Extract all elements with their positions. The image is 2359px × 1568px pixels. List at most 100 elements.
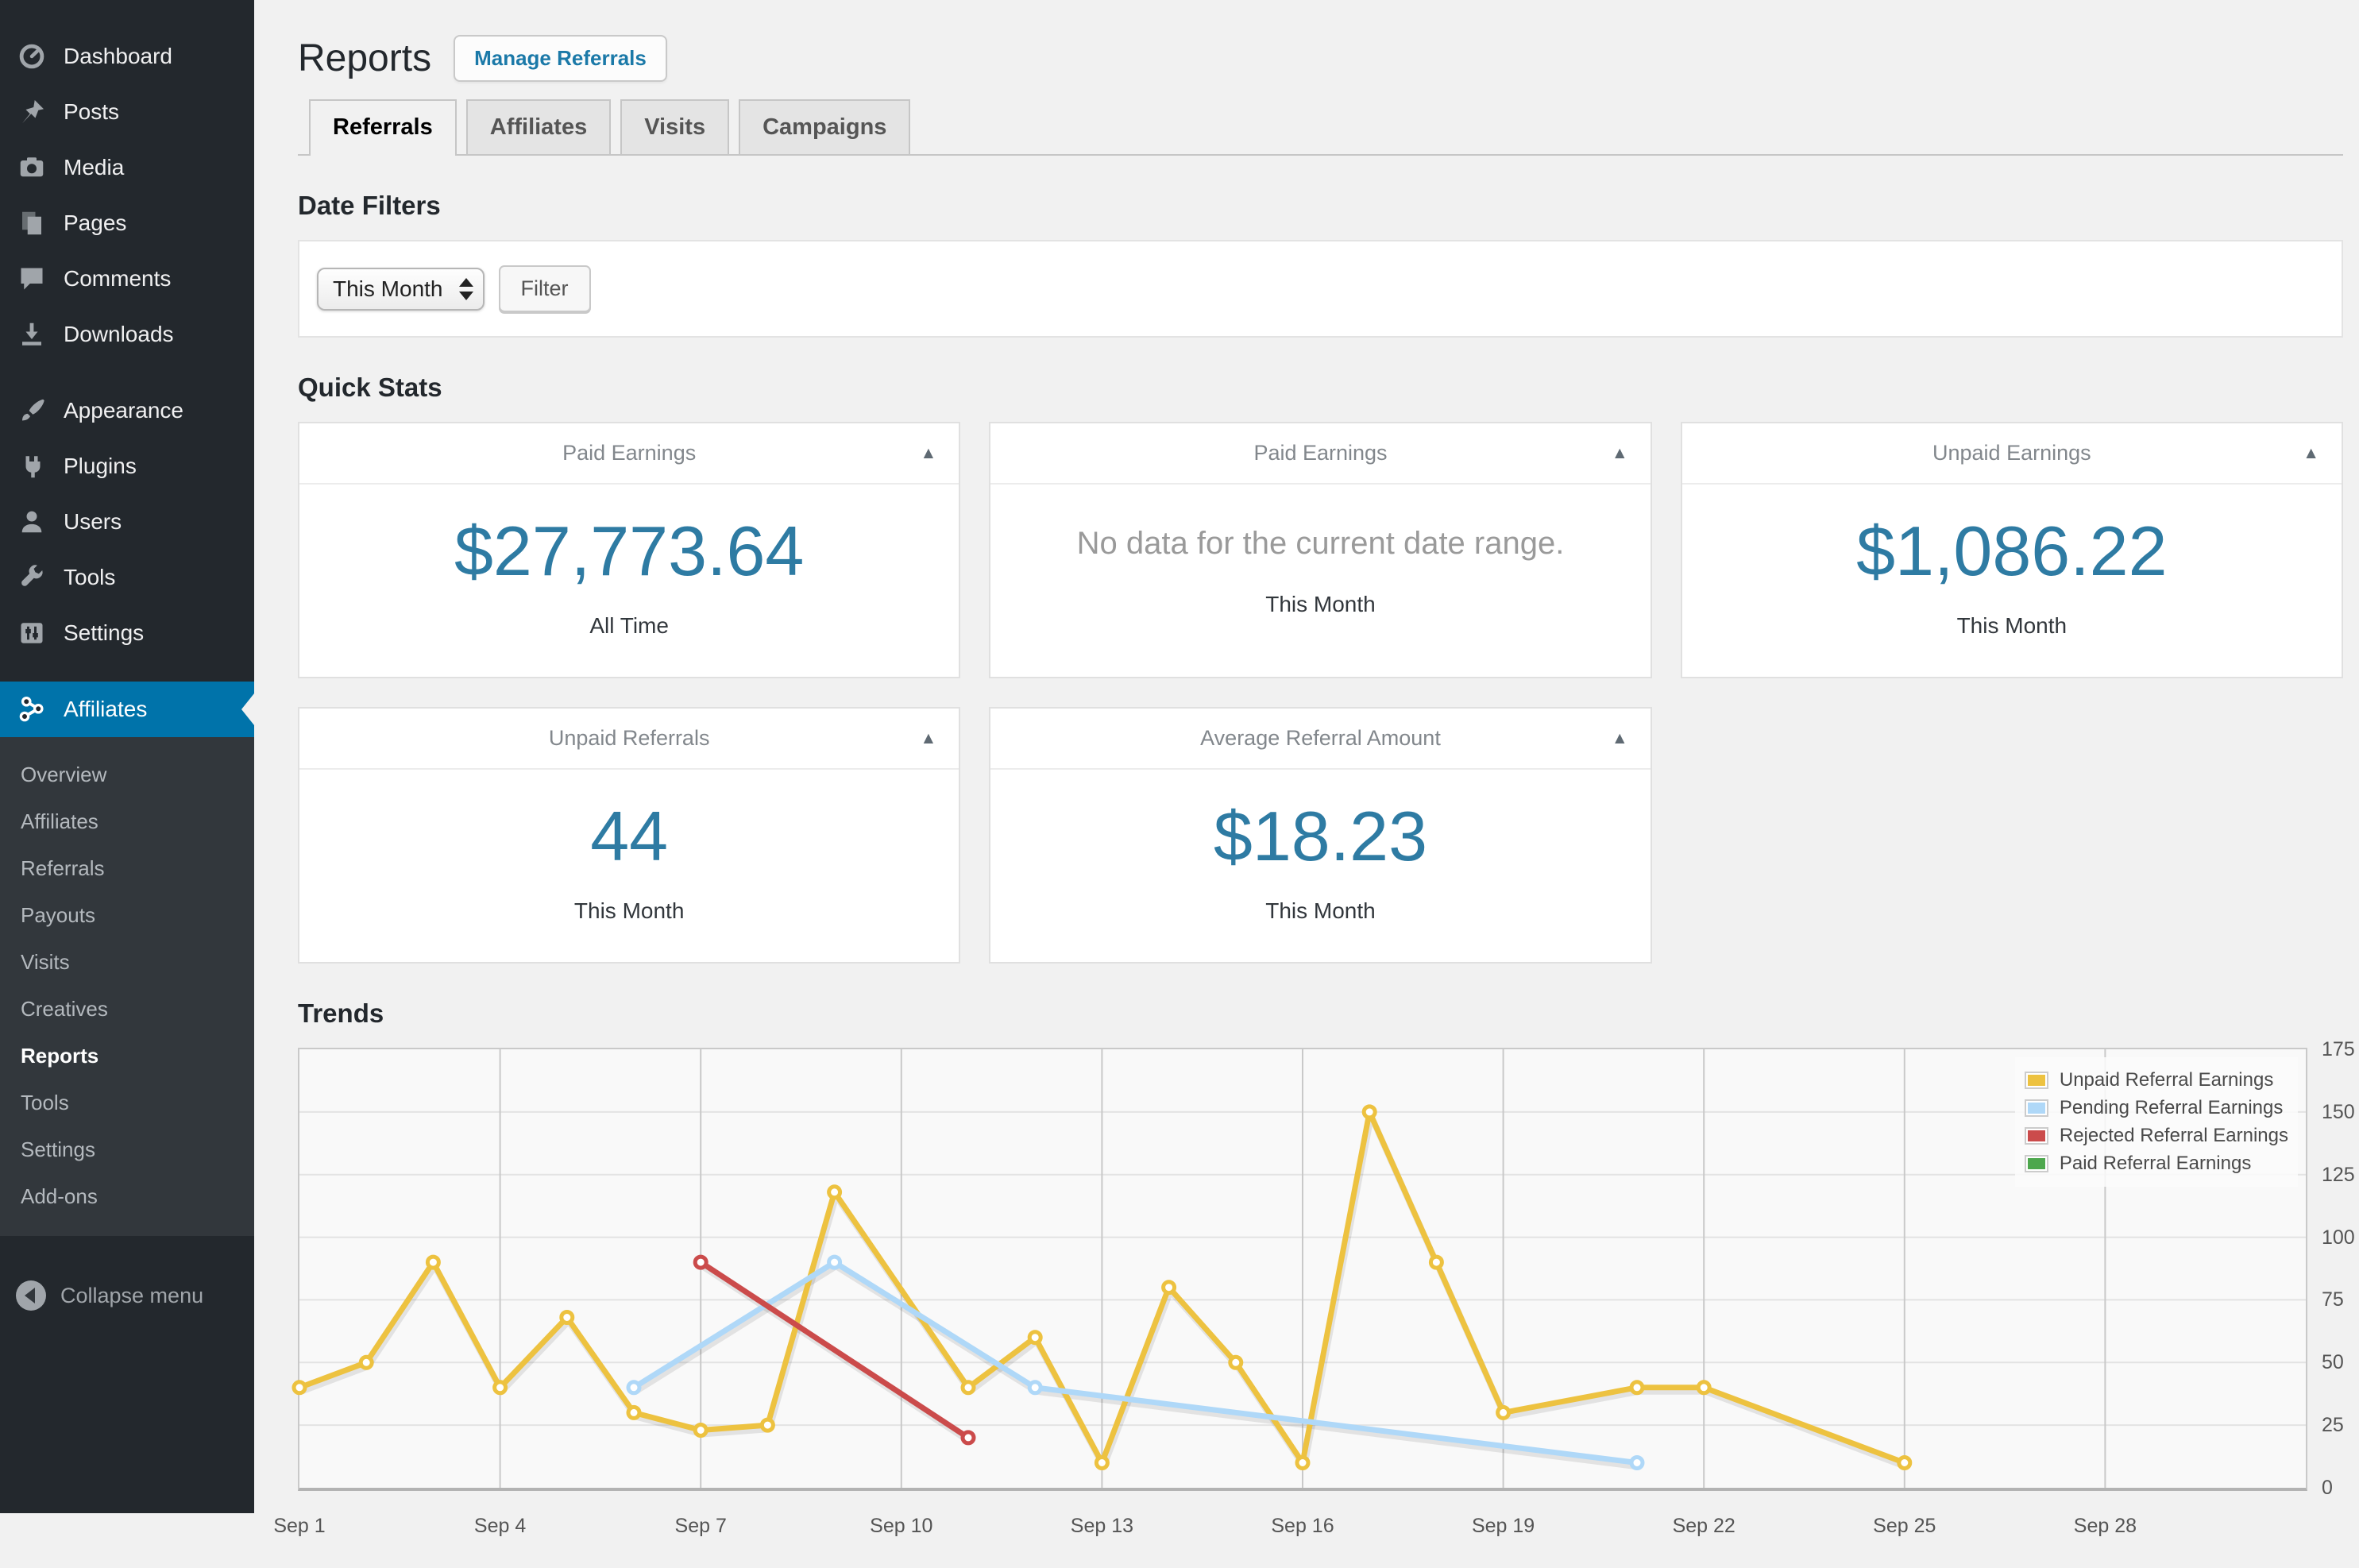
legend-label: Pending Referral Earnings (2059, 1097, 2284, 1118)
submenu-item-visits[interactable]: Visits (0, 939, 254, 986)
submenu-item-affiliates[interactable]: Affiliates (0, 798, 254, 845)
legend-label: Paid Referral Earnings (2059, 1153, 2252, 1174)
date-range-selected-value: This Month (333, 276, 443, 301)
sidebar-item-downloads[interactable]: Downloads (0, 307, 254, 362)
submenu-item-creatives[interactable]: Creatives (0, 986, 254, 1033)
stat-card-title: Paid Earnings ▲ (299, 423, 959, 485)
sidebar-item-appearance[interactable]: Appearance (0, 383, 254, 438)
filter-button[interactable]: Filter (498, 265, 591, 312)
sidebar-item-plugins[interactable]: Plugins (0, 438, 254, 494)
triangle-up-icon[interactable]: ▲ (921, 729, 937, 748)
stat-card-range-label: This Month (1956, 613, 2068, 638)
collapse-menu-label: Collapse menu (60, 1283, 204, 1307)
plugins-icon (14, 449, 49, 484)
stat-card-range-label: This Month (1265, 592, 1376, 616)
stat-card-title: Average Referral Amount ▲ (990, 709, 1651, 770)
sidebar-item-settings[interactable]: Settings (0, 605, 254, 661)
stat-card-body: $18.23 This Month (990, 770, 1650, 962)
media-icon (14, 150, 49, 185)
sidebar-item-label: Settings (64, 620, 145, 645)
legend-item-pending-referral-earnings: Pending Referral Earnings (2024, 1097, 2288, 1119)
up-down-arrows-icon (458, 277, 473, 300)
affiliates-submenu: Overview Affiliates Referrals Payouts Visits… (0, 737, 254, 1236)
sidebar-item-label: Plugins (64, 454, 137, 478)
sidebar-item-pages[interactable]: Pages (0, 195, 254, 251)
sidebar-item-dashboard[interactable]: Dashboard (0, 29, 254, 84)
main-content: Reports Manage Referrals Referrals Affili… (254, 0, 2359, 1537)
submenu-item-settings[interactable]: Settings (0, 1126, 254, 1173)
y-axis-tick-label: 175 (2322, 1038, 2355, 1060)
y-axis-tick-label: 75 (2322, 1288, 2344, 1311)
admin-menu: Dashboard Posts Media Pages Comments Download… (0, 29, 254, 1236)
settings-icon (14, 616, 49, 651)
date-range-select[interactable]: This Month (317, 267, 485, 311)
tab-visits[interactable]: Visits (620, 99, 730, 154)
submenu-item-payouts[interactable]: Payouts (0, 892, 254, 939)
triangle-up-icon[interactable]: ▲ (921, 444, 937, 463)
pages-icon (14, 206, 49, 241)
sidebar-item-affiliates[interactable]: Affiliates (0, 682, 254, 737)
triangle-up-icon[interactable]: ▲ (1612, 444, 1628, 463)
legend-item-rejected-referral-earnings: Rejected Referral Earnings (2024, 1125, 2288, 1147)
stat-card-paid-earnings-1: Paid Earnings ▲ $27,773.64 All Time (298, 422, 961, 678)
stat-card-title: Unpaid Earnings ▲ (1681, 423, 2342, 485)
sidebar-item-media[interactable]: Media (0, 140, 254, 195)
x-axis-tick-label: Sep 13 (1070, 1515, 1134, 1537)
legend-swatch-icon (2024, 1127, 2048, 1145)
affiliates-icon (14, 692, 49, 727)
sidebar-item-posts[interactable]: Posts (0, 84, 254, 140)
submenu-item-overview[interactable]: Overview (0, 751, 254, 798)
triangle-up-icon[interactable]: ▲ (1612, 729, 1628, 748)
posts-icon (14, 95, 49, 129)
sidebar-item-label: Pages (64, 210, 127, 235)
tools-icon (14, 560, 49, 595)
admin-sidebar: Dashboard Posts Media Pages Comments Download… (0, 0, 254, 1513)
stat-card-value: $1,086.22 (1856, 512, 2168, 590)
tab-referrals[interactable]: Referrals (309, 99, 457, 156)
dashboard-icon (14, 39, 49, 74)
sidebar-item-label: Appearance (64, 398, 184, 423)
menu-separator (0, 362, 254, 383)
sidebar-item-label: Posts (64, 99, 120, 124)
sidebar-item-label: Comments (64, 266, 172, 291)
chart-plot-area: Unpaid Referral Earnings Pending Referral… (291, 1048, 2307, 1491)
collapse-menu-button[interactable]: Collapse menu (0, 1280, 254, 1311)
sidebar-item-label: Dashboard (64, 44, 172, 68)
comments-icon (14, 261, 49, 296)
y-axis-tick-label: 50 (2322, 1351, 2344, 1374)
tab-affiliates[interactable]: Affiliates (465, 99, 612, 154)
submenu-item-add-ons[interactable]: Add-ons (0, 1173, 254, 1220)
submenu-item-referrals[interactable]: Referrals (0, 845, 254, 892)
sidebar-item-label: Affiliates (64, 697, 148, 721)
sidebar-item-label: Tools (64, 565, 116, 589)
x-axis-tick-label: Sep 10 (870, 1515, 933, 1537)
legend-item-paid-referral-earnings: Paid Referral Earnings (2024, 1153, 2288, 1175)
x-axis-tick-label: Sep 22 (1672, 1515, 1735, 1537)
legend-swatch-icon (2024, 1155, 2048, 1172)
sidebar-item-users[interactable]: Users (0, 494, 254, 550)
submenu-item-tools[interactable]: Tools (0, 1079, 254, 1126)
triangle-up-icon[interactable]: ▲ (2303, 444, 2319, 463)
y-axis-tick-label: 150 (2322, 1100, 2355, 1123)
sidebar-item-label: Media (64, 155, 125, 180)
x-axis-tick-label: Sep 28 (2073, 1515, 2137, 1537)
legend-swatch-icon (2024, 1099, 2048, 1117)
y-axis-tick-label: 0 (2322, 1477, 2333, 1499)
quick-stats-cards: Paid Earnings ▲ $27,773.64 All Time Paid Ear… (298, 422, 2343, 964)
stat-card-message: No data for the current date range. (1076, 526, 1565, 561)
stat-card-range-label: All Time (589, 613, 669, 638)
manage-referrals-button[interactable]: Manage Referrals (454, 35, 667, 82)
legend-label: Unpaid Referral Earnings (2059, 1069, 2274, 1091)
submenu-item-reports[interactable]: Reports (0, 1033, 254, 1079)
stat-card-body: $1,086.22 This Month (1682, 485, 2342, 677)
trends-chart: Unpaid Referral Earnings Pending Referral… (273, 1038, 2354, 1568)
section-heading-date-filters: Date Filters (298, 191, 441, 220)
tab-campaigns[interactable]: Campaigns (739, 99, 911, 154)
chart-canvas (291, 1049, 2306, 1488)
legend-swatch-icon (2024, 1072, 2048, 1089)
sidebar-item-comments[interactable]: Comments (0, 251, 254, 307)
x-axis-tick-label: Sep 7 (674, 1515, 727, 1537)
stat-card-unpaid-earnings-3: Unpaid Earnings ▲ $1,086.22 This Month (1680, 422, 2343, 678)
sidebar-item-tools[interactable]: Tools (0, 550, 254, 605)
menu-separator (0, 661, 254, 682)
